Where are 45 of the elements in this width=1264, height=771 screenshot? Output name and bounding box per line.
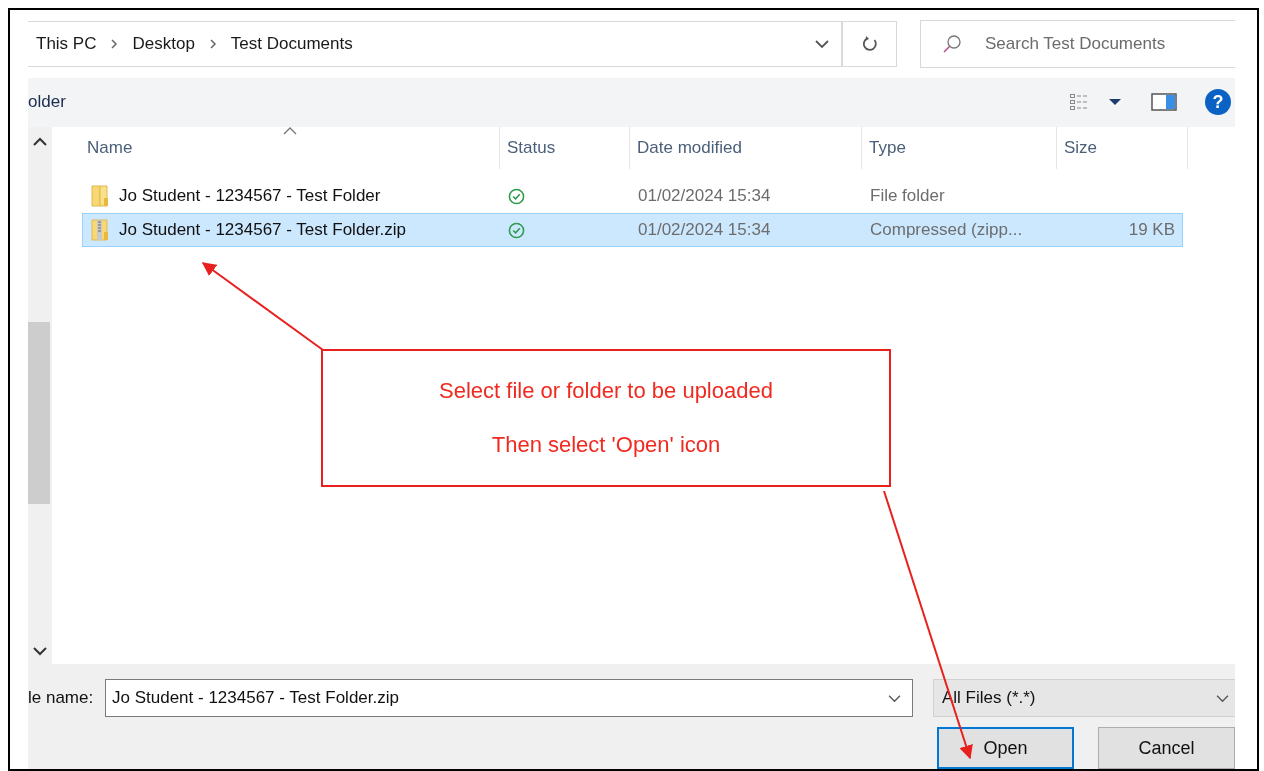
breadcrumb-item[interactable]: Desktop: [132, 33, 195, 54]
view-options-icon[interactable]: [1069, 92, 1123, 113]
check-circle-icon: [508, 187, 525, 205]
search-icon: [942, 33, 962, 54]
help-button[interactable]: ?: [1205, 89, 1231, 116]
file-name-field[interactable]: Jo Student - 1234567 - Test Folder.zip: [105, 679, 913, 717]
chevron-right-icon[interactable]: [110, 38, 119, 49]
refresh-icon[interactable]: [860, 34, 879, 53]
date-modified: 01/02/2024 15:34: [638, 220, 771, 241]
sort-up-icon: [282, 127, 297, 136]
date-modified: 01/02/2024 15:34: [638, 186, 771, 207]
search-field[interactable]: Search Test Documents: [920, 19, 1235, 68]
file-row[interactable]: Jo Student - 1234567 - Test Folder.zip 01/02/2024 15:34 Compressed (zipp... 19 KB: [82, 213, 1183, 248]
chevron-down-icon[interactable]: [888, 694, 901, 703]
folder-icon: [91, 184, 109, 209]
file-name: Jo Student - 1234567 - Test Folder: [119, 186, 381, 207]
annotation-text: Select file or folder to be uploaded: [439, 378, 773, 404]
check-circle-icon: [508, 221, 525, 239]
file-row[interactable]: Jo Student - 1234567 - Test Folder 01/02/2024 15:34 File folder: [82, 179, 1183, 214]
column-header[interactable]: Type: [862, 127, 1057, 170]
scrollbar[interactable]: [28, 127, 52, 664]
address-bar[interactable]: This PC Desktop Test Documents: [28, 20, 842, 67]
chevron-right-icon[interactable]: [208, 38, 217, 49]
chevron-down-icon[interactable]: [815, 38, 829, 49]
file-type: Compressed (zipp...: [870, 220, 1023, 241]
preview-pane-icon[interactable]: [1151, 92, 1177, 113]
toolbar-label[interactable]: older: [28, 92, 66, 113]
file-name-label: le name:: [28, 688, 95, 708]
zip-folder-icon: [91, 218, 109, 243]
column-header[interactable]: Name: [80, 127, 500, 170]
column-header[interactable]: Size: [1057, 127, 1188, 170]
chevron-down-icon[interactable]: [1216, 693, 1229, 703]
file-type: File folder: [870, 186, 945, 207]
cancel-button[interactable]: Cancel: [1098, 727, 1235, 769]
open-button[interactable]: Open: [937, 727, 1074, 769]
annotation-text: Then select 'Open' icon: [491, 432, 721, 458]
scroll-down-icon[interactable]: [33, 646, 47, 656]
breadcrumb-item[interactable]: This PC: [36, 33, 97, 54]
breadcrumb-item[interactable]: Test Documents: [230, 33, 353, 54]
file-name: Jo Student - 1234567 - Test Folder.zip: [119, 220, 406, 241]
scroll-up-icon[interactable]: [33, 137, 47, 148]
column-header[interactable]: Status: [500, 127, 630, 170]
scroll-thumb[interactable]: [28, 322, 50, 505]
column-header[interactable]: Date modified: [630, 127, 862, 170]
file-size: 19 KB: [1128, 220, 1175, 241]
